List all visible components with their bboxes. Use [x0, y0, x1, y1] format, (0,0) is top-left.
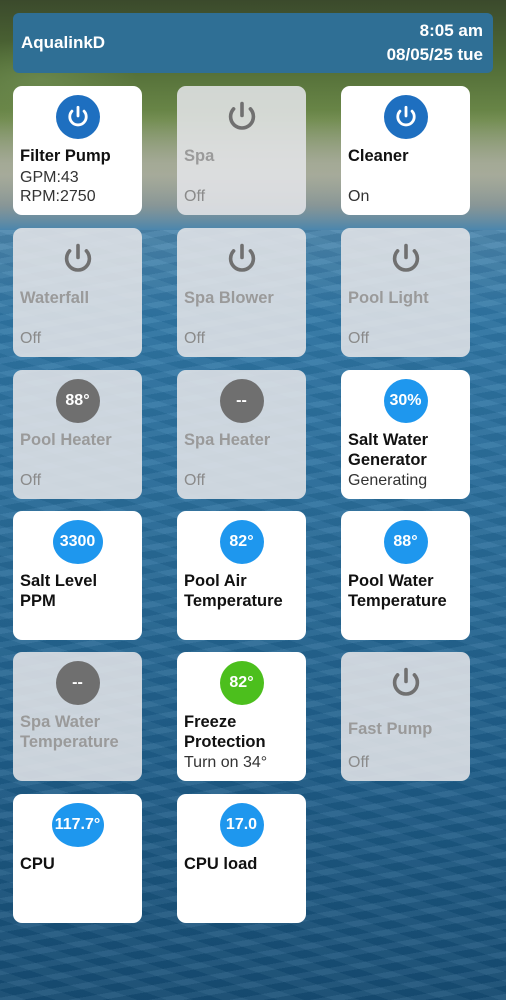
tile-status: Off [184, 472, 206, 489]
value-badge: 82° [219, 661, 264, 705]
app-title: AqualinkD [21, 33, 106, 52]
tile-label: Pool Heater [20, 431, 112, 449]
date-text: 08/05/25 tue [386, 45, 483, 64]
value-badge: 3300 [52, 520, 103, 564]
tile-rpm: RPM:2750 [20, 188, 96, 205]
tile-cleaner[interactable]: Cleaner On [341, 86, 470, 215]
tile-spa-blower[interactable]: Spa Blower Off [177, 228, 306, 357]
tile-label: Salt Water Generator [348, 431, 429, 469]
value-badge: -- [55, 661, 100, 705]
tile-pool-heater[interactable]: 88° Pool Heater Off [13, 370, 142, 499]
power-icon [220, 237, 264, 281]
tile-label: Pool Water Temperature [348, 572, 447, 610]
tile-salt-level[interactable]: 3300 Salt Level PPM [13, 511, 142, 640]
tile-spa-water-temperature[interactable]: -- Spa Water Temperature [13, 652, 142, 781]
tile-fast-pump[interactable]: Fast Pump Off [341, 652, 470, 781]
tile-label: Pool Light [348, 289, 429, 307]
tile-salt-water-generator[interactable]: 30% Salt Water Generator Generating [341, 370, 470, 499]
tile-filter-pump[interactable]: Filter Pump GPM:43 RPM:2750 [13, 86, 142, 215]
tile-label: Freeze Protection [184, 713, 266, 751]
tile-status: Off [348, 330, 370, 347]
power-icon [55, 95, 100, 139]
tile-label: Filter Pump [20, 147, 111, 165]
power-icon [220, 95, 264, 139]
header-bar: AqualinkD 8:05 am 08/05/25 tue [13, 13, 493, 73]
tile-label: CPU load [184, 855, 258, 873]
tile-waterfall[interactable]: Waterfall Off [13, 228, 142, 357]
tile-status: Turn on 34° [184, 754, 268, 771]
tile-label: CPU [20, 855, 55, 873]
value-badge: 30% [383, 379, 428, 423]
value-badge: 88° [383, 520, 428, 564]
tile-label: Spa [184, 147, 215, 165]
tile-label: Salt Level PPM [20, 572, 98, 610]
tile-status: Off [20, 330, 42, 347]
value-badge: -- [219, 379, 264, 423]
tile-label: Spa Blower [184, 289, 274, 307]
tile-status: Off [184, 330, 206, 347]
tile-label: Fast Pump [348, 720, 433, 738]
value-badge: 82° [219, 520, 264, 564]
value-badge: 88° [55, 379, 100, 423]
tile-label: Spa Water Temperature [20, 713, 119, 751]
tile-pool-air-temperature[interactable]: 82° Pool Air Temperature [177, 511, 306, 640]
datetime-display: 8:05 am 08/05/25 tue [387, 19, 483, 67]
power-icon [56, 237, 100, 281]
tile-label: Waterfall [20, 289, 90, 307]
value-badge: 17.0 [219, 803, 264, 847]
tile-status: On [348, 188, 370, 205]
power-icon [384, 661, 428, 705]
tile-status: Off [20, 472, 42, 489]
tile-gpm: GPM:43 [20, 169, 79, 186]
tile-cpu-load[interactable]: 17.0 CPU load [177, 794, 306, 923]
tile-label: Pool Air Temperature [184, 572, 283, 610]
power-icon [384, 237, 428, 281]
tile-label: Cleaner [348, 147, 409, 165]
tile-spa-heater[interactable]: -- Spa Heater Off [177, 370, 306, 499]
value-badge: 117.7° [51, 803, 104, 847]
tile-status: Off [184, 188, 206, 205]
power-icon [383, 95, 428, 139]
tile-label: Spa Heater [184, 431, 271, 449]
tile-status: Off [348, 754, 370, 771]
tile-spa[interactable]: Spa Off [177, 86, 306, 215]
time-text: 8:05 am [419, 21, 483, 40]
tile-freeze-protection[interactable]: 82° Freeze Protection Turn on 34° [177, 652, 306, 781]
tile-pool-light[interactable]: Pool Light Off [341, 228, 470, 357]
tile-status: Generating [348, 472, 428, 489]
tile-pool-water-temperature[interactable]: 88° Pool Water Temperature [341, 511, 470, 640]
tile-cpu[interactable]: 117.7° CPU [13, 794, 142, 923]
